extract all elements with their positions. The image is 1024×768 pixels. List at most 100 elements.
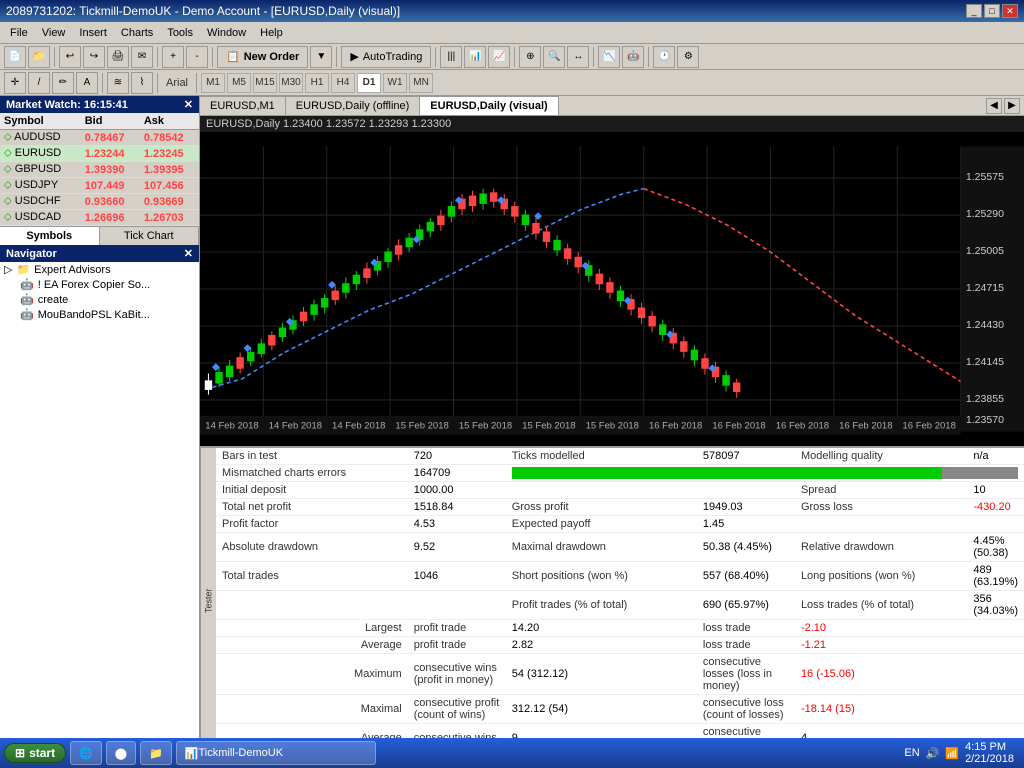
autotrading-icon: ▶ xyxy=(350,50,358,63)
table-row[interactable]: ⬦ GBPUSD 1.39390 1.39395 xyxy=(0,162,199,178)
market-watch-close[interactable]: ✕ xyxy=(184,98,193,111)
undo-btn[interactable]: ↩ xyxy=(59,46,81,68)
menu-view[interactable]: View xyxy=(36,25,72,41)
zoom-fit-btn[interactable]: ⊕ xyxy=(519,46,541,68)
navigator-close[interactable]: ✕ xyxy=(184,247,193,260)
redo-btn[interactable]: ↪ xyxy=(83,46,105,68)
largest-label: Largest xyxy=(216,620,408,637)
zoom-out-btn[interactable]: - xyxy=(186,46,208,68)
taskbar-explorer[interactable]: 📁 xyxy=(140,741,172,765)
table-row[interactable]: ⬦ EURUSD 1.23244 1.23245 xyxy=(0,146,199,162)
svg-text:15 Feb 2018: 15 Feb 2018 xyxy=(522,420,575,431)
scroll-btn[interactable]: ↔ xyxy=(567,46,589,68)
menu-charts[interactable]: Charts xyxy=(115,25,159,41)
order-arrow-btn[interactable]: ▼ xyxy=(310,46,332,68)
tester-content: Bars in test 720 Ticks modelled 578097 M… xyxy=(216,448,1024,753)
symbol-cell: ⬦ USDJPY xyxy=(0,178,81,194)
taskbar-chrome[interactable]: ⬤ xyxy=(106,741,136,765)
settings-btn[interactable]: ⚙ xyxy=(677,46,699,68)
navigator-header: Navigator ✕ xyxy=(0,245,199,262)
robot-icon: 🤖 xyxy=(20,278,34,291)
clock-btn[interactable]: 🕐 xyxy=(653,46,675,68)
tab-symbols[interactable]: Symbols xyxy=(0,227,100,245)
tf-m15[interactable]: M15 xyxy=(253,73,277,93)
table-row: Maximum consecutive wins (profit in mone… xyxy=(216,654,1024,695)
table-row[interactable]: ⬦ AUDUSD 0.78467 0.78542 xyxy=(0,130,199,146)
chart-type-line[interactable]: 📈 xyxy=(488,46,510,68)
autotrading-button[interactable]: ▶ AutoTrading xyxy=(341,46,431,68)
menu-help[interactable]: Help xyxy=(254,25,289,41)
tf-m1[interactable]: M1 xyxy=(201,73,225,93)
ep-label: Expected payoff xyxy=(506,516,697,533)
next-tab-btn[interactable]: ▶ xyxy=(1004,98,1020,114)
reldd-label: Relative drawdown xyxy=(795,533,967,562)
menu-file[interactable]: File xyxy=(4,25,34,41)
nav-item-expert-advisors[interactable]: ▷ 📁 Expert Advisors xyxy=(0,262,199,277)
tf-h1[interactable]: H1 xyxy=(305,73,329,93)
menu-window[interactable]: Window xyxy=(201,25,252,41)
open-btn[interactable]: 📁 xyxy=(28,46,50,68)
chart-type-bar[interactable]: ||| xyxy=(440,46,462,68)
table-row: Average profit trade 2.82 loss trade -1.… xyxy=(216,637,1024,654)
mail-btn[interactable]: ✉ xyxy=(131,46,153,68)
table-row[interactable]: ⬦ USDJPY 107.449 107.456 xyxy=(0,178,199,194)
table-row: Maximal consecutive profit (count of win… xyxy=(216,695,1024,724)
fib2-btn[interactable]: ⌇ xyxy=(131,72,153,94)
window-title: 2089731202: Tickmill-DemoUK - Demo Accou… xyxy=(6,4,400,18)
tf-d1[interactable]: D1 xyxy=(357,73,381,93)
new-order-button[interactable]: 📋 New Order xyxy=(217,46,308,68)
maximize-button[interactable]: □ xyxy=(984,4,1000,18)
nav-item-label: MouBandoPSL KaBit... xyxy=(38,309,150,321)
tf-h4[interactable]: H4 xyxy=(331,73,355,93)
close-button[interactable]: ✕ xyxy=(1002,4,1018,18)
taskbar-mt4[interactable]: 📊 Tickmill-DemoUK xyxy=(176,741,376,765)
tf-m30[interactable]: M30 xyxy=(279,73,303,93)
tf-mn[interactable]: MN xyxy=(409,73,433,93)
tab-tick-chart[interactable]: Tick Chart xyxy=(100,227,200,245)
new-chart-btn[interactable]: 📄 xyxy=(4,46,26,68)
taskbar-ie[interactable]: 🌐 xyxy=(70,741,102,765)
svg-text:1.24715: 1.24715 xyxy=(966,282,1004,294)
nav-item-ea1[interactable]: 🤖 ! EA Forex Copier So... xyxy=(0,277,199,292)
crosshair-btn[interactable]: ✛ xyxy=(4,72,26,94)
start-button[interactable]: ⊞ start xyxy=(4,743,66,763)
svg-text:16 Feb 2018: 16 Feb 2018 xyxy=(903,420,956,431)
start-label: start xyxy=(29,746,55,760)
tab-eurusd-daily-offline[interactable]: EURUSD,Daily (offline) xyxy=(286,96,421,115)
minimize-button[interactable]: _ xyxy=(966,4,982,18)
report-table: Bars in test 720 Ticks modelled 578097 M… xyxy=(216,448,1024,753)
nav-item-ea2[interactable]: 🤖 MouBandoPSL KaBit... xyxy=(0,307,199,322)
expert-btn[interactable]: 🤖 xyxy=(622,46,644,68)
bid-cell: 0.78467 xyxy=(81,130,140,146)
tf-w1[interactable]: W1 xyxy=(383,73,407,93)
chart-type-candle[interactable]: 📊 xyxy=(464,46,486,68)
fib-btn[interactable]: ≋ xyxy=(107,72,129,94)
tab-eurusd-m1[interactable]: EURUSD,M1 xyxy=(200,96,286,115)
table-row[interactable]: ⬦ USDCHF 0.93660 0.93669 xyxy=(0,194,199,210)
table-row[interactable]: ⬦ USDCAD 1.26696 1.26703 xyxy=(0,210,199,226)
zoom-in-btn[interactable]: + xyxy=(162,46,184,68)
svg-text:14 Feb 2018: 14 Feb 2018 xyxy=(205,420,258,431)
chart-tab-nav: ◀ ▶ xyxy=(982,98,1024,114)
tf-m5[interactable]: M5 xyxy=(227,73,251,93)
toolbar-1: 📄 📁 ↩ ↪ 🖨 ✉ + - 📋 New Order ▼ ▶ AutoTrad… xyxy=(0,44,1024,70)
nav-item-create[interactable]: 🤖 create xyxy=(0,292,199,307)
spread-value xyxy=(697,482,795,499)
ticks-value: 578097 xyxy=(697,448,795,465)
prev-tab-btn[interactable]: ◀ xyxy=(986,98,1002,114)
indicator-btn[interactable]: 📉 xyxy=(598,46,620,68)
tab-eurusd-daily-visual[interactable]: EURUSD,Daily (visual) xyxy=(420,96,558,115)
chart-canvas[interactable]: 1.25575 1.25290 1.25005 1.24715 1.24430 … xyxy=(200,132,1024,446)
col-bid: Bid xyxy=(81,113,140,130)
menu-tools[interactable]: Tools xyxy=(161,25,199,41)
zoom-btn2[interactable]: 🔍 xyxy=(543,46,565,68)
profittrades-label: Profit trades (% of total) xyxy=(506,591,697,620)
symbol-cell: ⬦ AUDUSD xyxy=(0,130,81,146)
print-btn[interactable]: 🖨 xyxy=(107,46,129,68)
svg-text:14 Feb 2018: 14 Feb 2018 xyxy=(269,420,322,431)
text-btn[interactable]: A xyxy=(76,72,98,94)
line-btn[interactable]: / xyxy=(28,72,50,94)
draw-btn[interactable]: ✏ xyxy=(52,72,74,94)
toolbar-2: ✛ / ✏ A ≋ ⌇ Arial M1 M5 M15 M30 H1 H4 D1… xyxy=(0,70,1024,96)
menu-insert[interactable]: Insert xyxy=(73,25,113,41)
